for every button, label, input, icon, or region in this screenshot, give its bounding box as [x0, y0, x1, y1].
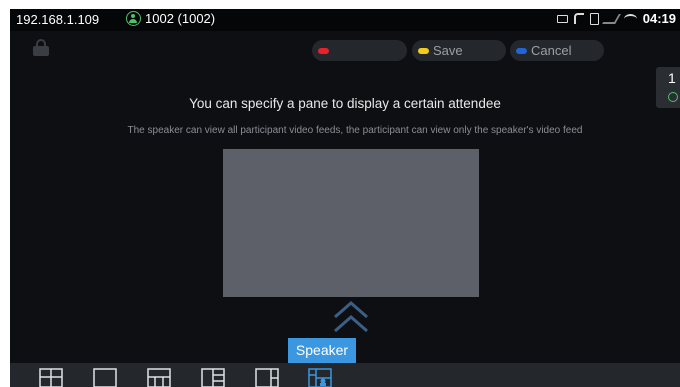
- layout-quad-icon[interactable]: [39, 368, 63, 387]
- page-subtitle: The speaker can view all participant vid…: [127, 125, 583, 136]
- status-icons: 04:19: [556, 11, 676, 26]
- ip-address: 192.168.1.109: [16, 12, 100, 27]
- layout-bar: [10, 363, 680, 387]
- red-dot-icon: [318, 47, 329, 54]
- screen: 192.168.1.109 1002 (1002) 04:19 Save Can…: [10, 9, 680, 387]
- account-label: 1002 (1002): [145, 11, 216, 26]
- layout-speaker-icon[interactable]: [308, 368, 332, 387]
- monitor-icon: [556, 14, 568, 23]
- cancel-button[interactable]: Cancel: [510, 40, 604, 61]
- status-bar: 192.168.1.109 1002 (1002) 04:19: [10, 9, 680, 31]
- account-icon: [126, 11, 141, 26]
- sim-icon: [589, 12, 599, 25]
- save-button[interactable]: Save: [412, 40, 506, 61]
- wifi-icon: [623, 13, 637, 24]
- layout-tooltip: Speaker: [288, 338, 356, 363]
- account-indicator: 1002 (1002): [126, 11, 215, 26]
- page-title: You can specify a pane to display a cert…: [189, 96, 501, 111]
- layout-side-icon[interactable]: [255, 368, 279, 387]
- save-label: Save: [433, 43, 463, 58]
- blue-dot-icon: [516, 47, 527, 54]
- yellow-dot-icon: [418, 47, 429, 54]
- cancel-label: Cancel: [531, 43, 572, 58]
- chevron-up-icon[interactable]: [331, 299, 371, 335]
- layout-single-icon[interactable]: [93, 368, 117, 387]
- side-tab-number: 1: [668, 70, 676, 86]
- clock: 04:19: [642, 11, 676, 26]
- signal-icon: [601, 13, 621, 24]
- red-key-button[interactable]: [312, 40, 407, 61]
- phone-icon: [573, 13, 584, 24]
- layout-grid-2-icon[interactable]: [201, 368, 225, 387]
- video-pane[interactable]: [223, 149, 479, 297]
- lock-icon[interactable]: [32, 39, 50, 56]
- layout-grid-1-icon[interactable]: [147, 368, 171, 387]
